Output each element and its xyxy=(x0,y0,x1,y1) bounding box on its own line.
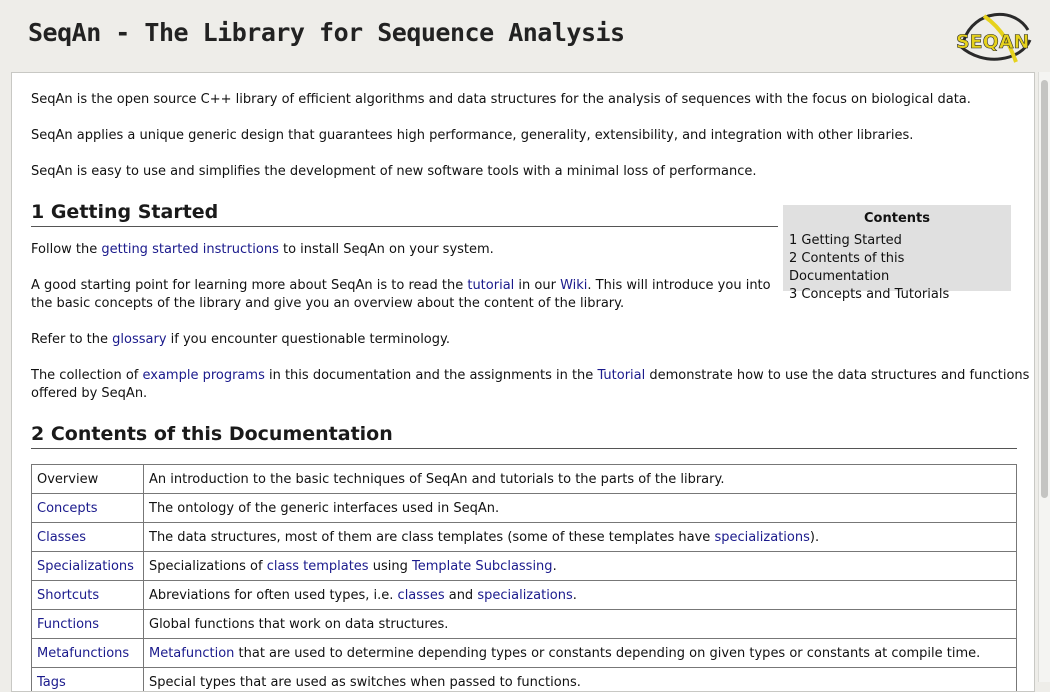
table-row: Concepts The ontology of the generic inte… xyxy=(32,494,1017,523)
description-text: . xyxy=(553,559,557,574)
text: The collection of xyxy=(31,368,142,383)
contents-table: Overview An introduction to the basic tec… xyxy=(31,464,1017,692)
description-link[interactable]: class templates xyxy=(267,559,369,574)
text: in our xyxy=(514,278,560,293)
text: Follow the xyxy=(31,242,101,257)
table-row: Tags Special types that are used as switc… xyxy=(32,668,1017,692)
section-heading-getting-started: 1 Getting Started xyxy=(31,201,778,227)
glossary-link[interactable]: glossary xyxy=(112,332,166,347)
getting-started-paragraph-4: The collection of example programs in th… xyxy=(31,367,1029,403)
description-text: The data structures, most of them are cl… xyxy=(149,530,714,545)
table-row: Shortcuts Abreviations for often used typ… xyxy=(32,581,1017,610)
section-heading-contents: 2 Contents of this Documentation xyxy=(31,423,1017,449)
row-name-cell[interactable]: Classes xyxy=(32,523,144,552)
description-text: Abreviations for often used types, i.e. xyxy=(149,588,398,603)
tutorial-link[interactable]: tutorial xyxy=(467,278,514,293)
vertical-scrollbar[interactable] xyxy=(1038,72,1050,682)
text: demonstrate how to use the data structur… xyxy=(645,368,1029,383)
row-description-cell: The ontology of the generic interfaces u… xyxy=(144,494,1017,523)
row-name-cell[interactable]: Functions xyxy=(32,610,144,639)
description-link[interactable]: classes xyxy=(398,588,445,603)
text: offered by SeqAn. xyxy=(31,386,147,401)
toc-item-getting-started[interactable]: 1 Getting Started xyxy=(789,232,1005,250)
row-name-cell[interactable]: Tags xyxy=(32,668,144,692)
table-of-contents: Contents 1 Getting Started 2 Contents of… xyxy=(783,205,1011,291)
description-text: Special types that are used as switches … xyxy=(149,675,581,690)
text: to install SeqAn on your system. xyxy=(279,242,494,257)
row-name-cell[interactable]: Shortcuts xyxy=(32,581,144,610)
intro-paragraph-3: SeqAn is easy to use and simplifies the … xyxy=(31,163,757,181)
row-name-overview: Overview xyxy=(37,472,98,487)
row-name-cell[interactable]: Concepts xyxy=(32,494,144,523)
getting-started-paragraph-3: Refer to the glossary if you encounter q… xyxy=(31,331,450,349)
page-header: SeqAn - The Library for Sequence Analysi… xyxy=(0,0,1050,72)
toc-item-contents[interactable]: 2 Contents of this Documentation xyxy=(789,250,1005,286)
intro-paragraph-2: SeqAn applies a unique generic design th… xyxy=(31,127,913,145)
logo-text: SEQAN xyxy=(956,31,1029,53)
scrollbar-thumb[interactable] xyxy=(1041,80,1048,498)
intro-paragraph-1: SeqAn is the open source C++ library of … xyxy=(31,91,971,109)
row-description-cell: Metafunction that are used to determine … xyxy=(144,639,1017,668)
wiki-link[interactable]: Wiki xyxy=(560,278,587,293)
description-text: ). xyxy=(810,530,819,545)
row-description-cell: The data structures, most of them are cl… xyxy=(144,523,1017,552)
description-text: An introduction to the basic techniques … xyxy=(149,472,724,487)
main-content: SeqAn is the open source C++ library of … xyxy=(11,72,1035,692)
getting-started-paragraph-1: Follow the getting started instructions … xyxy=(31,241,494,259)
text: A good starting point for learning more … xyxy=(31,278,467,293)
toc-title: Contents xyxy=(789,211,1005,226)
row-name-metafunctions[interactable]: Metafunctions xyxy=(37,646,129,661)
description-text: and xyxy=(445,588,478,603)
row-description-cell: Global functions that work on data struc… xyxy=(144,610,1017,639)
row-name-cell: Overview xyxy=(32,465,144,494)
text: if you encounter questionable terminolog… xyxy=(167,332,450,347)
description-text: using xyxy=(369,559,412,574)
page-title: SeqAn - The Library for Sequence Analysi… xyxy=(28,18,625,47)
table-row: Specializations Specializations of class … xyxy=(32,552,1017,581)
description-text: Global functions that work on data struc… xyxy=(149,617,448,632)
row-name-specializations[interactable]: Specializations xyxy=(37,559,134,574)
description-link[interactable]: specializations xyxy=(477,588,572,603)
row-description-cell: Specializations of class templates using… xyxy=(144,552,1017,581)
example-programs-link[interactable]: example programs xyxy=(142,368,264,383)
row-name-functions[interactable]: Functions xyxy=(37,617,99,632)
row-name-cell[interactable]: Metafunctions xyxy=(32,639,144,668)
description-text: that are used to determine depending typ… xyxy=(234,646,980,661)
getting-started-instructions-link[interactable]: getting started instructions xyxy=(101,242,278,257)
tutorial-link-2[interactable]: Tutorial xyxy=(597,368,645,383)
text: Refer to the xyxy=(31,332,112,347)
description-text: Specializations of xyxy=(149,559,267,574)
toc-item-concepts-tutorials[interactable]: 3 Concepts and Tutorials xyxy=(789,286,1005,304)
row-description-cell: Abreviations for often used types, i.e. … xyxy=(144,581,1017,610)
table-row: Classes The data structures, most of them… xyxy=(32,523,1017,552)
table-row: Metafunctions Metafunction that are used … xyxy=(32,639,1017,668)
getting-started-paragraph-2: A good starting point for learning more … xyxy=(31,277,771,313)
description-link[interactable]: Template Subclassing xyxy=(412,559,553,574)
text: the basic concepts of the library and gi… xyxy=(31,296,624,311)
row-name-tags[interactable]: Tags xyxy=(37,675,66,690)
description-text: . xyxy=(573,588,577,603)
text: . This will introduce you into xyxy=(587,278,770,293)
row-description-cell: Special types that are used as switches … xyxy=(144,668,1017,692)
description-link[interactable]: Metafunction xyxy=(149,646,234,661)
description-text: The ontology of the generic interfaces u… xyxy=(149,501,499,516)
table-row: Functions Global functions that work on d… xyxy=(32,610,1017,639)
row-name-cell[interactable]: Specializations xyxy=(32,552,144,581)
row-name-concepts[interactable]: Concepts xyxy=(37,501,98,516)
table-row: Overview An introduction to the basic tec… xyxy=(32,465,1017,494)
text: in this documentation and the assignment… xyxy=(265,368,598,383)
row-name-shortcuts[interactable]: Shortcuts xyxy=(37,588,99,603)
row-description-cell: An introduction to the basic techniques … xyxy=(144,465,1017,494)
row-name-classes[interactable]: Classes xyxy=(37,530,86,545)
description-link[interactable]: specializations xyxy=(714,530,809,545)
seqan-logo[interactable]: SEQAN xyxy=(954,10,1034,64)
